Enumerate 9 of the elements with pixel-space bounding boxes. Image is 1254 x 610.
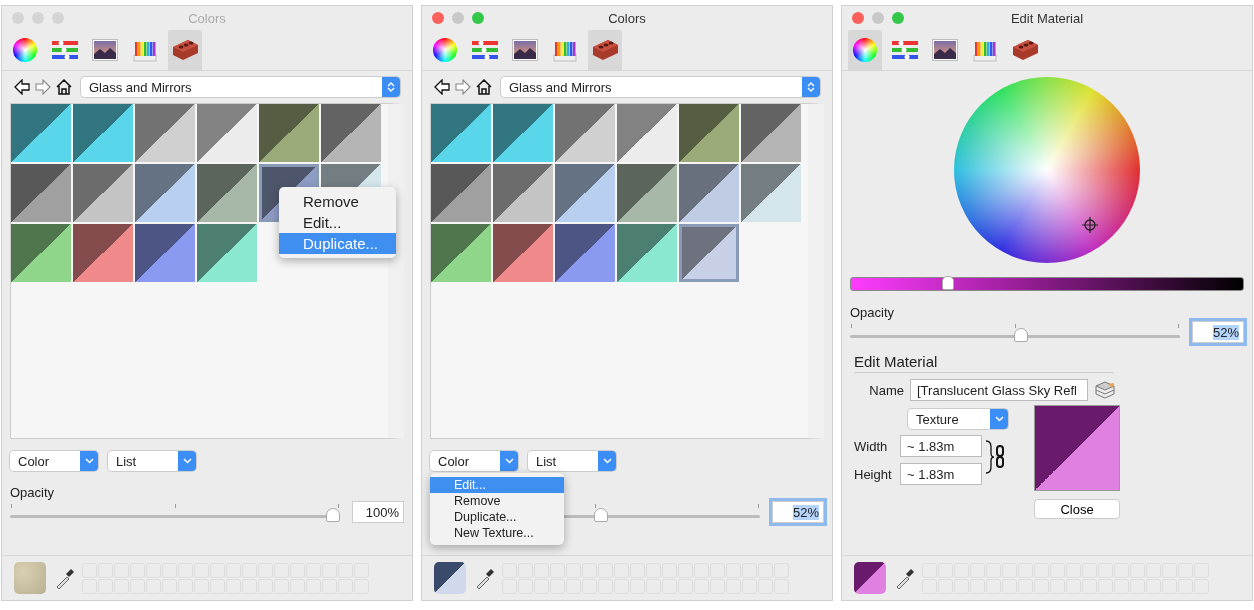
window-title: Colors	[608, 10, 646, 26]
opacity-label: Opacity	[850, 305, 896, 321]
height-label: Height	[854, 466, 893, 482]
opacity-label: Opacity	[10, 485, 56, 501]
window-title: Edit Material	[1010, 10, 1084, 26]
width-label: Width	[854, 438, 889, 454]
section-heading: Edit Material	[854, 353, 1114, 373]
name-label: Name	[868, 382, 904, 398]
window-title: Colors	[188, 10, 226, 26]
